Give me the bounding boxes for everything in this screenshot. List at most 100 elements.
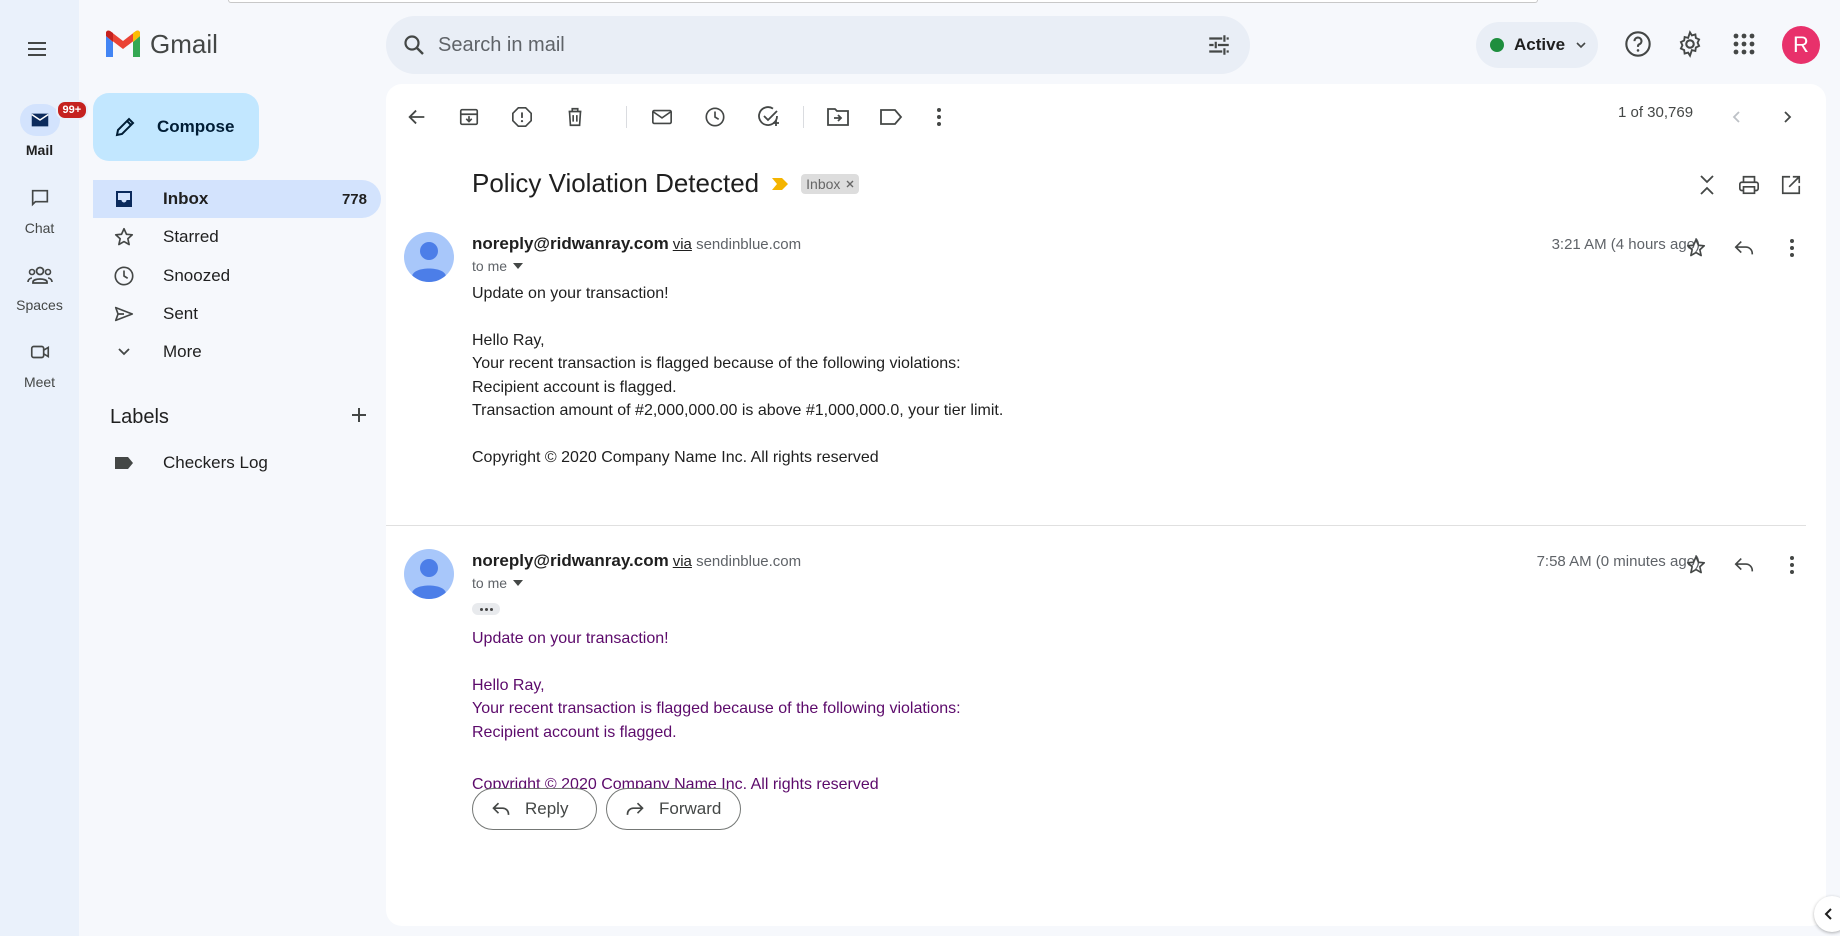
forward-button[interactable]: Forward	[606, 788, 741, 830]
open-in-new-icon	[1781, 175, 1801, 195]
sender-avatar	[404, 232, 454, 282]
star-message-button[interactable]	[1680, 549, 1712, 581]
archive-button[interactable]	[452, 100, 486, 134]
send-icon	[114, 306, 134, 322]
rail-label-spaces: Spaces	[16, 297, 63, 313]
sender-line: noreply@ridwanray.com via sendinblue.com	[472, 551, 801, 571]
nav-item-snoozed[interactable]: Snoozed	[93, 257, 381, 295]
message-time: 3:21 AM (4 hours ago)	[1551, 236, 1700, 253]
person-icon	[412, 559, 446, 599]
support-button[interactable]	[1622, 28, 1654, 60]
via-domain: sendinblue.com	[696, 553, 802, 570]
inbox-label-text: Inbox	[806, 175, 841, 192]
rail-item-meet[interactable]: Meet	[0, 336, 79, 390]
rail-item-spaces[interactable]: Spaces	[0, 259, 79, 313]
sender-avatar	[404, 549, 454, 599]
message-more-button[interactable]	[1776, 232, 1808, 264]
label-tag-icon	[115, 457, 133, 469]
reply-message-button[interactable]	[1728, 232, 1760, 264]
apps-button[interactable]	[1728, 28, 1760, 60]
apps-grid-icon	[1733, 33, 1755, 55]
mail-unread-badge: 99+	[55, 100, 89, 120]
star-message-button[interactable]	[1680, 232, 1712, 264]
help-icon	[1625, 31, 1651, 57]
move-to-folder-icon	[827, 108, 849, 126]
nav-label-sent: Sent	[163, 304, 198, 323]
reply-message-button[interactable]	[1728, 549, 1760, 581]
toolbar-divider	[803, 106, 804, 128]
search-bar[interactable]	[386, 16, 1250, 74]
chevron-left-icon	[1732, 111, 1740, 123]
back-button[interactable]	[400, 100, 434, 134]
via-link[interactable]: via	[673, 553, 692, 570]
caret-down-icon	[513, 263, 524, 269]
gear-icon	[1679, 30, 1701, 58]
side-panel-toggle[interactable]	[1814, 896, 1840, 932]
labels-button[interactable]	[874, 100, 908, 134]
nav-item-more[interactable]: More	[93, 333, 381, 371]
settings-button[interactable]	[1674, 28, 1706, 60]
via-domain: sendinblue.com	[696, 236, 802, 253]
message-body: Update on your transaction! Hello Ray, Y…	[472, 627, 961, 797]
report-spam-button[interactable]	[505, 100, 539, 134]
nav-item-starred[interactable]: Starred	[93, 218, 381, 256]
recipients-toggle[interactable]: to me	[472, 258, 524, 274]
new-window-button[interactable]	[1776, 170, 1806, 200]
compose-button[interactable]: Compose	[93, 93, 259, 161]
search-input[interactable]	[438, 16, 1138, 74]
newer-button[interactable]	[1720, 100, 1754, 134]
message-more-button[interactable]	[1776, 549, 1808, 581]
report-spam-icon	[512, 107, 532, 127]
nav-item-inbox[interactable]: Inbox 778	[93, 180, 381, 218]
labels-heading: Labels	[110, 406, 169, 428]
inbox-label-chip[interactable]: Inbox	[801, 173, 860, 194]
rail-item-mail[interactable]: 99+ Mail	[0, 100, 89, 158]
recipients-text: to me	[472, 575, 508, 591]
body-line: Update on your transaction!	[472, 285, 669, 302]
snooze-button[interactable]	[698, 100, 732, 134]
add-to-tasks-button[interactable]	[752, 100, 786, 134]
search-icon[interactable]	[402, 33, 426, 57]
clock-icon	[114, 266, 134, 286]
print-all-button[interactable]	[1734, 170, 1764, 200]
nav-label-more: More	[163, 342, 202, 361]
status-label: Active	[1514, 35, 1566, 54]
show-trimmed-content-button[interactable]	[472, 603, 500, 615]
delete-button[interactable]	[558, 100, 592, 134]
older-button[interactable]	[1770, 100, 1804, 134]
importance-marker-icon[interactable]	[771, 177, 789, 191]
status-selector[interactable]: Active	[1476, 22, 1598, 68]
mark-unread-button[interactable]	[645, 100, 679, 134]
hamburger-menu-icon	[28, 42, 46, 56]
body-line: Recipient account is flagged.	[472, 378, 677, 396]
collapse-all-button[interactable]	[1692, 170, 1722, 200]
via-link[interactable]: via	[673, 236, 692, 253]
body-line: Your recent transaction is flagged becau…	[472, 700, 961, 717]
create-label-button[interactable]	[348, 404, 370, 426]
more-actions-button[interactable]	[922, 100, 956, 134]
nav-item-sent[interactable]: Sent	[93, 295, 381, 333]
account-avatar[interactable]: R	[1782, 26, 1820, 64]
label-item-checkers-log[interactable]: Checkers Log	[93, 444, 381, 482]
remove-label-icon[interactable]	[846, 180, 854, 188]
print-icon	[1739, 175, 1759, 195]
forward-icon	[626, 802, 644, 815]
reply-icon	[1734, 557, 1754, 572]
move-to-button[interactable]	[821, 100, 855, 134]
body-line: Copyright © 2020 Company Name Inc. All r…	[472, 448, 879, 466]
arrow-back-icon	[408, 109, 425, 125]
archive-icon	[459, 108, 479, 126]
reply-button[interactable]: Reply	[472, 788, 597, 830]
spaces-icon	[26, 266, 53, 284]
main-menu-button[interactable]	[20, 32, 54, 66]
label-name: Checkers Log	[163, 453, 268, 472]
trash-icon	[568, 107, 582, 127]
recipients-toggle[interactable]: to me	[472, 575, 524, 591]
rail-item-chat[interactable]: Chat	[0, 182, 79, 236]
reply-icon	[1734, 240, 1754, 255]
search-options-icon[interactable]	[1206, 32, 1232, 58]
star-icon	[1686, 238, 1706, 257]
body-line: Transaction amount of #2,000,000.00 is a…	[472, 402, 1004, 419]
body-line: Hello Ray,	[472, 676, 545, 694]
gmail-logo[interactable]: Gmail	[104, 29, 218, 60]
